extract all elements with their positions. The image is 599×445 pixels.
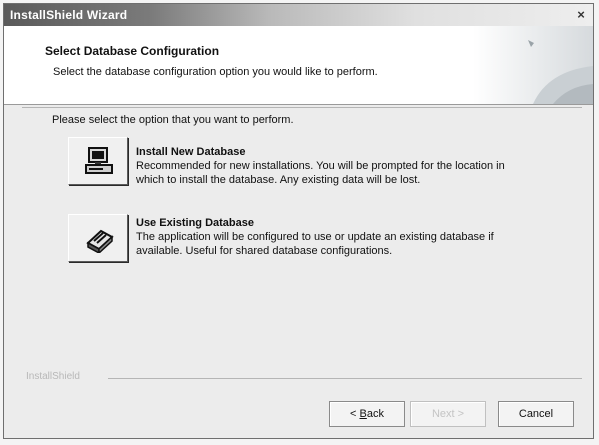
option-title: Install New Database — [136, 146, 246, 158]
brand-label: InstallShield — [26, 371, 80, 382]
installer-dialog: InstallShield Wizard × Select Database C… — [3, 3, 594, 439]
close-icon: × — [577, 7, 585, 22]
back-mnemonic: B — [359, 408, 367, 420]
page-subtitle: Select the database configuration option… — [53, 66, 378, 78]
back-button[interactable]: < Back — [329, 401, 405, 427]
header-panel: Select Database Configuration Select the… — [4, 26, 593, 105]
computer-icon — [85, 147, 113, 174]
option-description-line: The application will be configured to us… — [136, 231, 494, 243]
option-description-line: Recommended for new installations. You w… — [136, 160, 505, 172]
option-description: The application will be configured to us… — [136, 230, 566, 258]
back-arrow-text: < — [350, 408, 360, 420]
footer-separator — [108, 378, 582, 379]
install-new-database-button[interactable] — [68, 137, 128, 185]
database-book-icon — [86, 229, 114, 253]
option-description-line: which to install the database. Any exist… — [136, 174, 421, 186]
back-label: ack — [366, 408, 384, 420]
title-bar[interactable]: InstallShield Wizard × — [4, 4, 593, 26]
option-title: Use Existing Database — [136, 217, 254, 229]
page-title: Select Database Configuration — [45, 44, 220, 58]
header-graphic-icon — [473, 26, 593, 104]
instruction-text: Please select the option that you want t… — [52, 114, 294, 126]
window-title: InstallShield Wizard — [10, 8, 128, 22]
header-separator — [22, 107, 582, 108]
close-button[interactable]: × — [573, 7, 589, 22]
use-existing-database-button[interactable] — [68, 214, 128, 262]
cancel-button[interactable]: Cancel — [498, 401, 574, 427]
next-button[interactable]: Next > — [410, 401, 486, 427]
option-description-line: available. Useful for shared database co… — [136, 245, 393, 257]
option-description: Recommended for new installations. You w… — [136, 159, 566, 187]
